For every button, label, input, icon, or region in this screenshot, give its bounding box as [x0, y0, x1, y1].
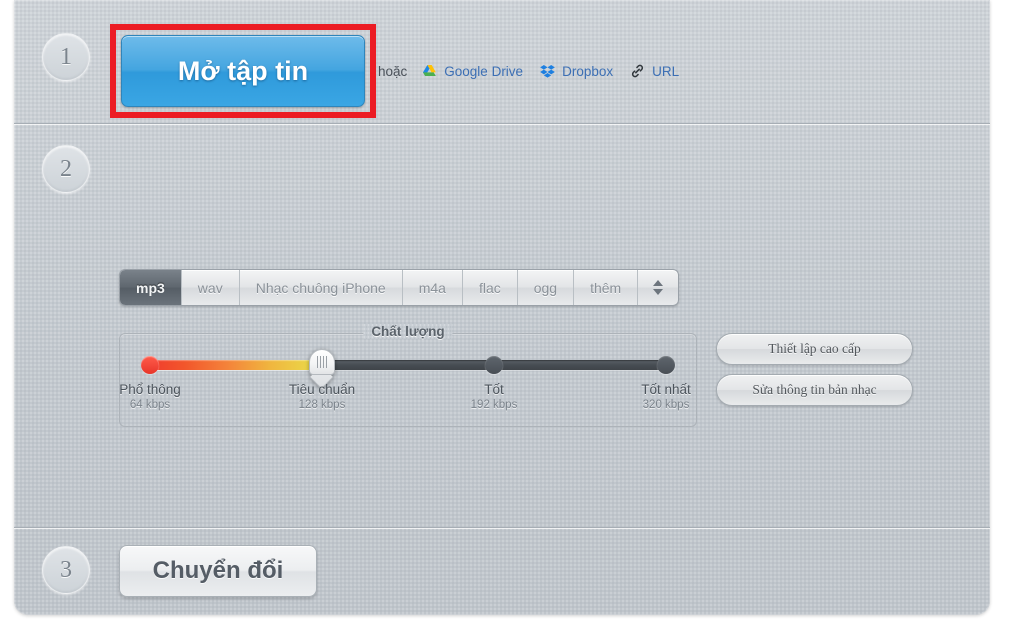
slider-stop-0[interactable]: [141, 356, 159, 374]
convert-button[interactable]: Chuyển đổi: [119, 545, 317, 597]
quality-rate-2: 192 kbps: [470, 399, 518, 411]
link-icon: [629, 63, 646, 79]
quality-rate-1: 128 kbps: [298, 399, 346, 411]
format-tab-ogg[interactable]: ogg: [518, 270, 575, 305]
format-tab-flac[interactable]: flac: [463, 270, 518, 305]
converter-panel: 1 Mở tập tin hoặc Google Drive Dropbox U…: [14, 0, 990, 615]
quality-legend: Chất lượng: [363, 324, 452, 339]
source-links: hoặc Google Drive Dropbox URL: [378, 60, 695, 82]
slider-stop-3[interactable]: [657, 356, 675, 374]
up-down-arrows-icon[interactable]: [638, 270, 678, 305]
app-root: 1 Mở tập tin hoặc Google Drive Dropbox U…: [0, 0, 1012, 639]
google-drive-icon: [421, 63, 438, 79]
quality-rate-3: 320 kbps: [642, 399, 690, 411]
quality-name-1: Tiêu chuẩn: [288, 382, 356, 397]
quality-label-1: Tiêu chuẩn 128 kbps: [289, 382, 355, 411]
step-1-number: 1: [42, 33, 90, 81]
format-tab-thêm[interactable]: thêm: [574, 270, 639, 305]
quality-rate-0: 64 kbps: [129, 399, 171, 411]
format-tab-m4a[interactable]: m4a: [403, 270, 463, 305]
edit-tags-button[interactable]: Sửa thông tin bản nhạc: [716, 374, 913, 406]
format-tab-nhạc-chuông-iphone[interactable]: Nhạc chuông iPhone: [240, 270, 403, 305]
quality-name-2: Tốt: [484, 382, 504, 397]
quality-label-0: Phổ thông 64 kbps: [119, 382, 181, 411]
step-3-number: 3: [42, 546, 90, 594]
quality-name-3: Tốt nhất: [641, 382, 691, 397]
open-file-button[interactable]: Mở tập tin: [121, 35, 365, 107]
quality-label-3: Tốt nhất 320 kbps: [641, 382, 691, 411]
quality-fieldset: Chất lượng Phổ thông 64 kbps Tiêu chuẩn 128…: [119, 324, 697, 427]
advanced-settings-button[interactable]: Thiết lập cao cấp: [716, 333, 913, 365]
step-2-number: 2: [42, 145, 90, 193]
format-tab-mp3[interactable]: mp3: [120, 270, 182, 305]
dropbox-label: Dropbox: [562, 63, 614, 79]
slider-track-fill: [150, 360, 322, 370]
url-link[interactable]: URL: [629, 63, 679, 79]
or-label: hoặc: [378, 63, 408, 79]
quality-name-0: Phổ thông: [119, 382, 181, 397]
quality-tick-labels: Phổ thông 64 kbps Tiêu chuẩn 128 kbps Tốt 192…: [119, 382, 691, 418]
format-tabs: mp3 wav Nhạc chuông iPhone m4a flac ogg thêm: [119, 269, 680, 306]
quality-slider[interactable]: [141, 349, 675, 390]
step-2-section: 2 mp3 wav Nhạc chuông iPhone m4a flac ogg thêm…: [14, 123, 990, 527]
dropbox-icon: [539, 63, 556, 79]
url-label: URL: [652, 63, 680, 79]
google-drive-label: Google Drive: [444, 63, 524, 79]
quality-label-2: Tốt 192 kbps: [471, 382, 518, 411]
step-1-section: 1 Mở tập tin hoặc Google Drive Dropbox U…: [14, 0, 990, 123]
google-drive-link[interactable]: Google Drive: [421, 63, 523, 79]
dropbox-link[interactable]: Dropbox: [539, 63, 613, 79]
slider-stop-2[interactable]: [485, 356, 503, 374]
step-3-section: 3 Chuyển đổi: [14, 527, 990, 615]
format-tab-wav[interactable]: wav: [182, 270, 240, 305]
